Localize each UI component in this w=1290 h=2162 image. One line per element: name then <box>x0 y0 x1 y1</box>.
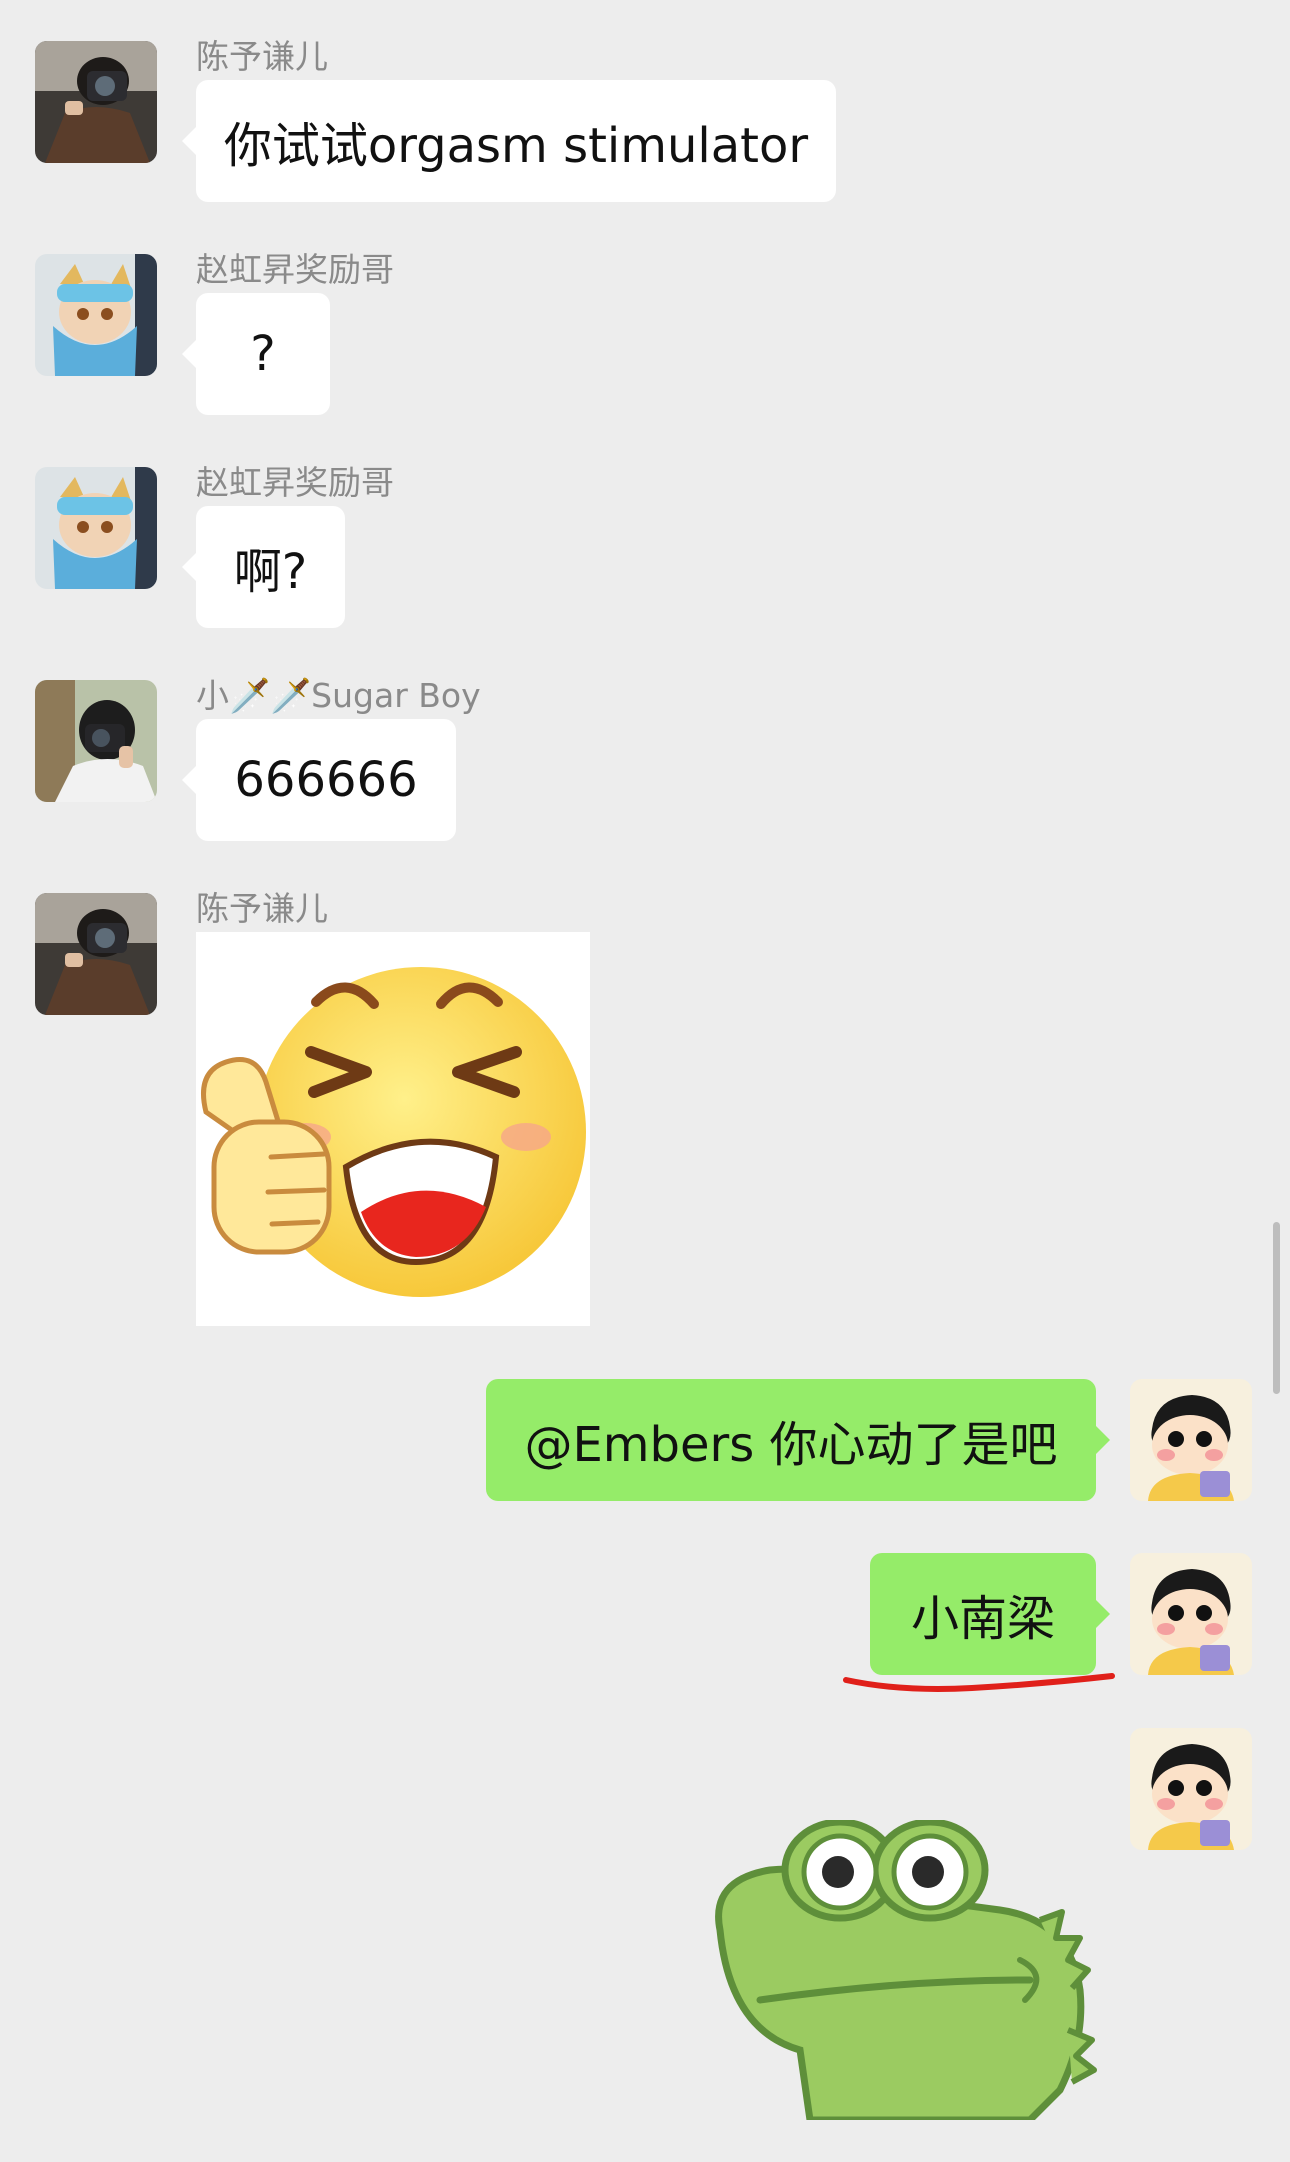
avatar-self-crayon-shinchan[interactable] <box>1130 1553 1252 1675</box>
sender-name: 赵虹昇奖励哥 <box>196 250 394 289</box>
thumbs-up-laughing-emoji-sticker[interactable] <box>196 932 590 1326</box>
outgoing-message-bubble[interactable]: 小南梁 <box>870 1553 1110 1675</box>
avatar-zhao-hongsheng[interactable] <box>35 254 157 376</box>
avatar-self-crayon-shinchan[interactable] <box>1130 1379 1252 1501</box>
avatar-sugar-boy[interactable] <box>35 680 157 802</box>
sender-name: 陈予谦儿 <box>196 37 328 76</box>
message-bubble[interactable]: ? <box>182 293 330 415</box>
avatar-chen-yuqian[interactable] <box>35 41 157 163</box>
red-underline-annotation <box>843 1673 1115 1692</box>
sender-name: 陈予谦儿 <box>196 889 328 928</box>
sender-name: 赵虹昇奖励哥 <box>196 463 394 502</box>
avatar-self-crayon-shinchan[interactable] <box>1130 1728 1252 1850</box>
green-crocodile-sticker[interactable] <box>700 1820 1100 2120</box>
message-bubble[interactable]: 666666 <box>182 719 456 841</box>
scrollbar[interactable] <box>1273 1222 1280 1394</box>
outgoing-message-bubble[interactable]: @Embers 你心动了是吧 <box>486 1379 1110 1501</box>
sender-name: 小🗡️🗡️Sugar Boy <box>196 676 481 715</box>
message-bubble[interactable]: 你试试orgasm stimulator <box>182 80 836 202</box>
message-bubble[interactable]: 啊? <box>182 506 345 628</box>
avatar-zhao-hongsheng[interactable] <box>35 467 157 589</box>
avatar-chen-yuqian[interactable] <box>35 893 157 1015</box>
